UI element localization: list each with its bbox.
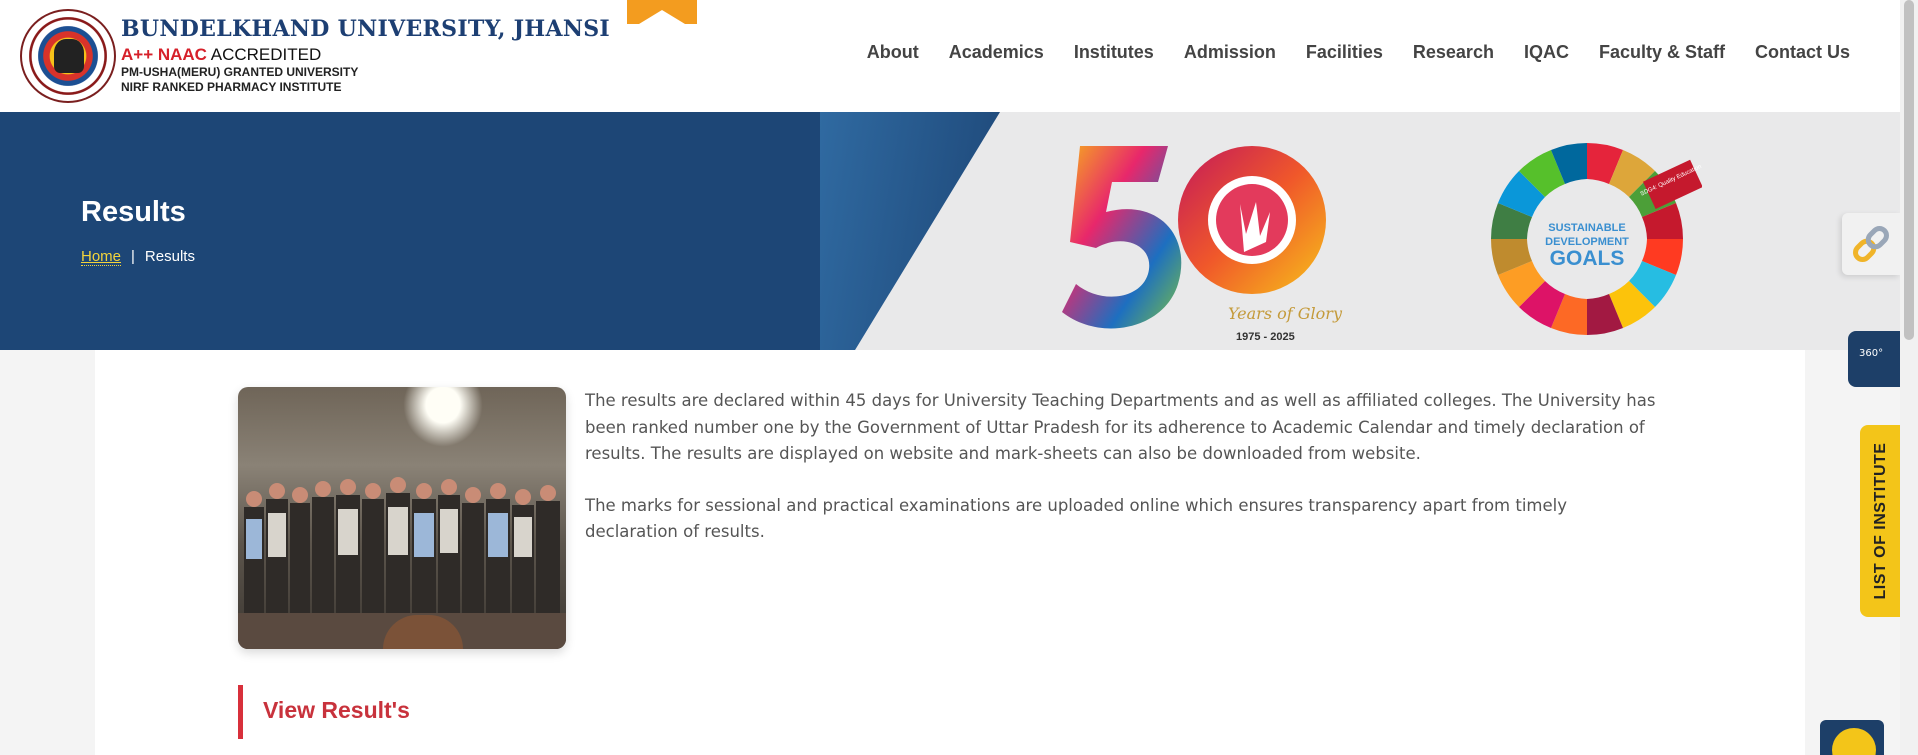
banner-blue-panel (0, 112, 1000, 350)
university-seal-logo[interactable] (20, 9, 116, 103)
link-chain-icon (1853, 226, 1889, 262)
breadcrumb: Home | Results (81, 248, 195, 266)
list-of-institute-label: LIST OF INSTITUTE (1872, 442, 1889, 600)
university-name: BUNDELKHAND UNIVERSITY, JHANSI (121, 16, 611, 42)
fifty-years-logo: Years of Glory 1975 - 2025 (1062, 146, 1343, 343)
360-icon: 360° (1859, 348, 1884, 359)
pm-usha-line: PM-USHA(MERU) GRANTED UNIVERSITY (121, 65, 359, 79)
share-button[interactable] (1820, 720, 1884, 755)
sdg-wheel-logo: SUSTAINABLE DEVELOPMENT GOALS SDG4: Qual… (1491, 143, 1702, 335)
nav-faculty-staff[interactable]: Faculty & Staff (1599, 42, 1725, 63)
nav-admission[interactable]: Admission (1184, 42, 1276, 63)
brand-block[interactable]: BUNDELKHAND UNIVERSITY, JHANSI A++ NAAC … (121, 16, 610, 95)
scrollbar-thumb[interactable] (1904, 0, 1914, 340)
group-of-people (244, 477, 560, 619)
nav-contact-us[interactable]: Contact Us (1755, 42, 1850, 63)
nav-iqac[interactable]: IQAC (1524, 42, 1569, 63)
nav-academics[interactable]: Academics (949, 42, 1044, 63)
seal-emblem-icon (54, 39, 84, 73)
nav-institutes[interactable]: Institutes (1074, 42, 1154, 63)
view-results-heading: View Result's (238, 685, 410, 739)
sdg-text-line3: GOALS (1550, 247, 1625, 270)
page-title: Results (81, 196, 186, 228)
share-icon (1832, 728, 1876, 755)
ceiling-light (403, 387, 483, 447)
quick-links-button[interactable] (1842, 213, 1900, 275)
nav-about[interactable]: About (867, 42, 919, 63)
fifty-years-range: 1975 - 2025 (1236, 331, 1295, 343)
breadcrumb-home-link[interactable]: Home (81, 248, 122, 266)
nav-facilities[interactable]: Facilities (1306, 42, 1383, 63)
site-header: BUNDELKHAND UNIVERSITY, JHANSI A++ NAAC … (0, 0, 1900, 112)
list-of-institute-tab[interactable]: LIST OF INSTITUTE (1860, 425, 1902, 617)
fifty-tagline: Years of Glory (1228, 304, 1343, 323)
results-team-photo (238, 387, 566, 649)
description-paragraph-1: The results are declared within 45 days … (585, 391, 1656, 463)
naac-accreditation: A++ NAAC ACCREDITED (121, 45, 610, 65)
nav-research[interactable]: Research (1413, 42, 1494, 63)
page-scrollbar[interactable] (1900, 0, 1918, 755)
nirf-line: NIRF RANKED PHARMACY INSTITUTE (121, 80, 342, 94)
page-banner: Results Home | Results Years of Glory 1975… (0, 112, 1900, 350)
naac-grade: A++ NAAC (121, 45, 207, 64)
description-paragraph-2: The marks for sessional and practical ex… (585, 495, 1567, 542)
main-nav: About Academics Institutes Admission Fac… (837, 42, 1850, 63)
virtual-tour-360-button[interactable]: 360° (1848, 331, 1902, 387)
naac-accredited: ACCREDITED (206, 45, 322, 64)
ribbon-bookmark-icon (627, 0, 697, 24)
sdg-text-line1: SUSTAINABLE (1548, 222, 1625, 234)
breadcrumb-current: Results (144, 248, 195, 265)
breadcrumb-separator: | (131, 248, 135, 265)
results-description: The results are declared within 45 days … (585, 388, 1665, 571)
